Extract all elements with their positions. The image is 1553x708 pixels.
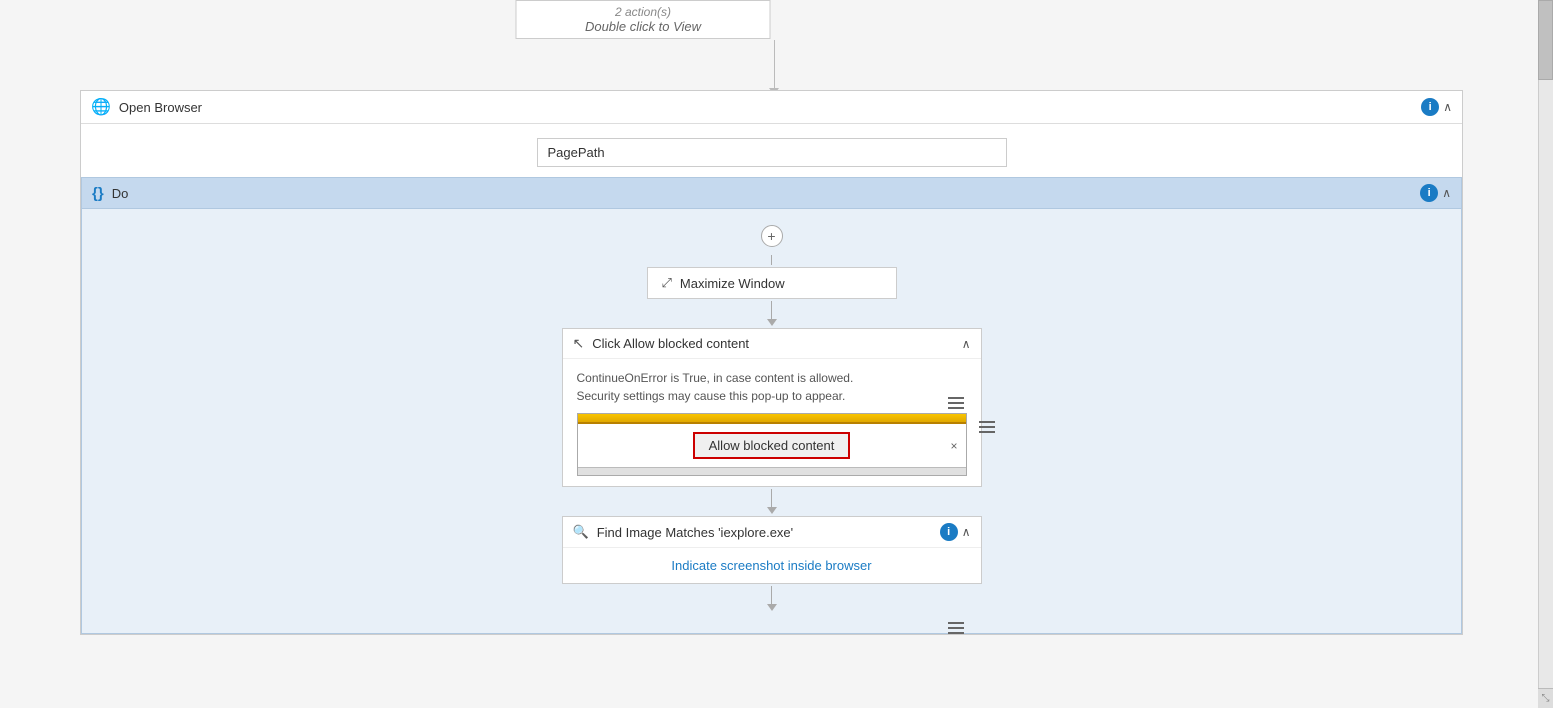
maximize-title: Maximize Window: [680, 276, 785, 291]
plus-icon: +: [767, 228, 775, 244]
do-info-icon[interactable]: i: [1420, 184, 1438, 202]
scrollbar-thumb[interactable]: [1538, 0, 1553, 80]
indicate-screenshot-link[interactable]: Indicate screenshot inside browser: [671, 558, 871, 573]
do-title: Do: [112, 186, 1421, 201]
context-menu-icon[interactable]: [979, 421, 995, 433]
browser-mockup: Allow blocked content ×: [577, 413, 967, 476]
find-image-card: 🔍 Find Image Matches 'iexplore.exe' i ∧ …: [562, 516, 982, 584]
click-allow-desc: ContinueOnError is True, in case content…: [577, 369, 967, 405]
cursor-icon: ↖: [573, 335, 585, 352]
resize-handle[interactable]: ⤡: [1538, 688, 1553, 708]
do-body: + ⤢ Maximize Window: [82, 209, 1461, 633]
open-browser-body: [81, 124, 1462, 177]
main-canvas: 2 action(s) Double click to View 🌐 Open …: [0, 0, 1553, 708]
do-actions: i ∧: [1420, 184, 1451, 202]
click-allow-header: ↖ Click Allow blocked content ∧: [563, 329, 981, 359]
browser-content: Allow blocked content ×: [578, 424, 966, 467]
connector-3: [767, 489, 777, 514]
click-allow-menu-btn[interactable]: [948, 397, 964, 409]
scrollbar[interactable]: ⤡: [1538, 0, 1553, 708]
top-actions-card[interactable]: 2 action(s) Double click to View: [516, 0, 771, 39]
connector-4: [767, 586, 777, 611]
connector-1: [769, 40, 779, 95]
browser-mockup-container: Allow blocked content ×: [577, 413, 967, 476]
do-icon: {}: [92, 185, 104, 202]
click-allow-desc-line2: Security settings may cause this pop-up …: [577, 387, 967, 405]
click-allow-body: ContinueOnError is True, in case content…: [563, 359, 981, 486]
resize-icon: ⤡: [1542, 693, 1550, 704]
do-section: {} Do i ∧ + ⤢ Maximize: [81, 177, 1462, 634]
browser-statusbar: [578, 467, 966, 475]
click-allow-actions: ∧: [962, 337, 971, 351]
search-icon: 🔍: [573, 524, 589, 540]
page-path-input[interactable]: [537, 138, 1007, 167]
find-image-header: 🔍 Find Image Matches 'iexplore.exe' i ∧: [563, 517, 981, 548]
double-click-label: Double click to View: [529, 19, 758, 34]
browser-toolbar: [578, 414, 966, 424]
maximize-window-card[interactable]: ⤢ Maximize Window: [647, 267, 897, 299]
open-browser-info-icon[interactable]: i: [1421, 98, 1439, 116]
action-count: 2 action(s): [529, 5, 758, 19]
find-image-info-icon[interactable]: i: [940, 523, 958, 541]
open-browser-collapse-btn[interactable]: ∧: [1443, 100, 1452, 114]
do-collapse-btn[interactable]: ∧: [1442, 186, 1451, 200]
find-image-collapse[interactable]: ∧: [962, 525, 971, 539]
find-image-actions: i ∧: [940, 523, 971, 541]
click-allow-card: ↖ Click Allow blocked content ∧ Continue…: [562, 328, 982, 487]
click-allow-title: Click Allow blocked content: [592, 336, 961, 351]
allow-blocked-btn[interactable]: Allow blocked content: [693, 432, 851, 459]
click-allow-collapse[interactable]: ∧: [962, 337, 971, 351]
close-icon[interactable]: ×: [950, 439, 957, 453]
open-browser-section: 🌐 Open Browser i ∧ {} Do i ∧: [80, 90, 1463, 635]
maximize-icon: ⤢: [662, 275, 672, 291]
open-browser-actions: i ∧: [1421, 98, 1452, 116]
open-browser-header: 🌐 Open Browser i ∧: [81, 91, 1462, 124]
find-image-body: Indicate screenshot inside browser: [563, 548, 981, 583]
globe-icon: 🌐: [91, 97, 111, 117]
find-image-title: Find Image Matches 'iexplore.exe': [597, 525, 940, 540]
connector-2: [767, 301, 777, 326]
open-browser-title: Open Browser: [119, 100, 1421, 115]
connector-maximize: [771, 255, 772, 265]
click-allow-desc-line1: ContinueOnError is True, in case content…: [577, 369, 967, 387]
find-image-menu-btn[interactable]: [948, 622, 964, 634]
do-header: {} Do i ∧: [82, 178, 1461, 209]
add-action-btn[interactable]: +: [761, 225, 783, 247]
